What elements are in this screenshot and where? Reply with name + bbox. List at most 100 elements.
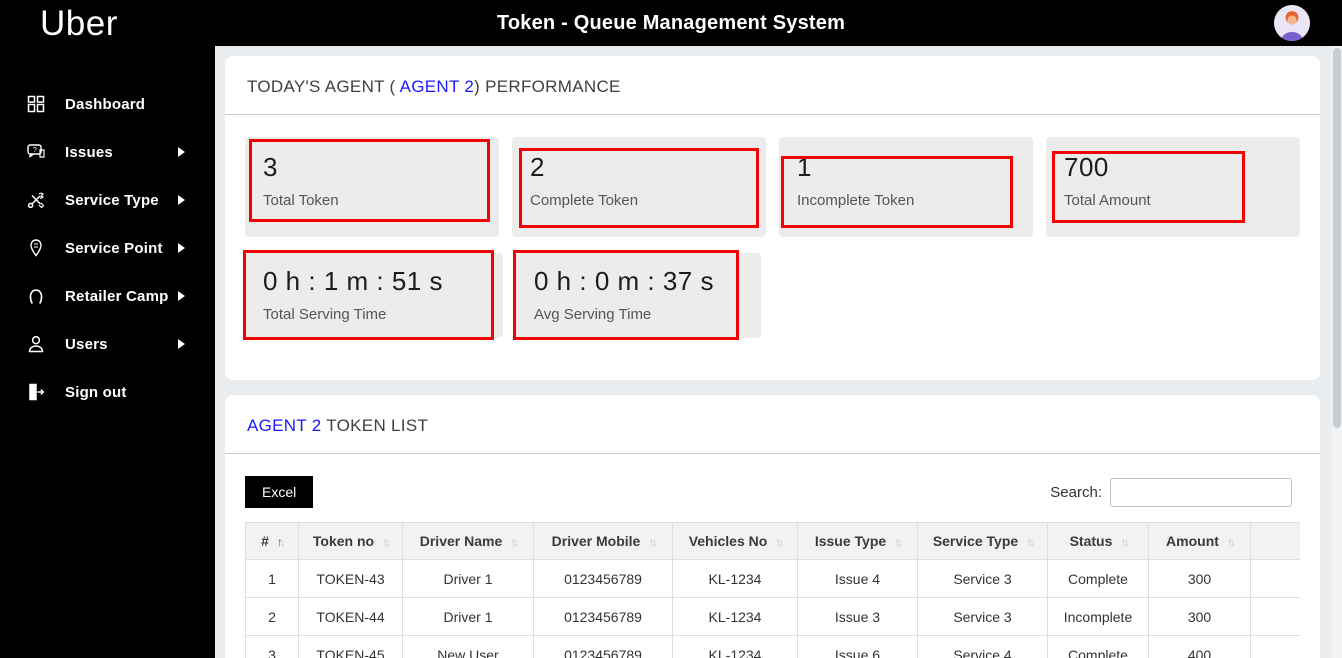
column-header-driver-name[interactable]: Driver Name ↑↓ (402, 522, 534, 560)
table-row: 1 TOKEN-43 Driver 1 0123456789 KL-1234 Issue … (245, 559, 1300, 598)
token-list-panel-body: Excel Search: # ↑↓ Token no ↑↓ Driver Name ↑↓… (225, 454, 1320, 658)
column-label: Vehicles No (688, 533, 768, 549)
table-cell: 0123456789 (533, 559, 673, 598)
sidebar-item-issues[interactable]: ? Issues (0, 128, 215, 176)
sidebar-item-service-point[interactable]: Service Point (0, 224, 215, 272)
stat-value: 3 (263, 152, 278, 182)
table-header-row: # ↑↓ Token no ↑↓ Driver Name ↑↓ Driver Mobile ↑… (245, 522, 1300, 560)
table-cell: 0123456789 (533, 635, 673, 658)
chevron-right-icon (178, 291, 185, 301)
column-header-status[interactable]: Status ↑↓ (1047, 522, 1149, 560)
excel-export-button[interactable]: Excel (245, 476, 314, 508)
stat-card-avg-serving-time: 0 h : 0 m : 37 s Avg Serving Time (513, 250, 761, 340)
table-cell: 1 (245, 559, 299, 598)
performance-panel-body: 3 Total Token 2 Complete Token 1 Incomplete T… (225, 115, 1320, 380)
column-header-entry[interactable]: Entry↑↓ (1250, 522, 1300, 560)
agent-link-2[interactable]: AGENT 2 (247, 416, 322, 435)
token-list-panel-header: AGENT 2 TOKEN LIST (225, 395, 1320, 454)
scrollbar-thumb[interactable] (1333, 48, 1341, 428)
performance-panel-header: TODAY'S AGENT ( AGENT 2) PERFORMANCE (225, 56, 1320, 115)
table-cell: Driver 1 (402, 597, 534, 636)
map-pin-icon (25, 237, 47, 259)
sidebar-item-dashboard[interactable]: Dashboard (0, 80, 215, 128)
table-cell: 11-13-2 (1250, 559, 1300, 598)
table-cell: Service 3 (917, 597, 1048, 636)
search-input[interactable] (1110, 477, 1292, 507)
chevron-right-icon (178, 339, 185, 349)
sidebar-item-label: Retailer Camp (65, 287, 169, 305)
sidebar-item-users[interactable]: Users (0, 320, 215, 368)
table-cell: Complete (1047, 559, 1149, 598)
sidebar: Uber Dashboard? Issues Service Type Service… (0, 0, 215, 658)
table-cell: Issue 4 (797, 559, 918, 598)
table-cell: Service 3 (917, 559, 1048, 598)
performance-title-prefix: TODAY'S AGENT ( (247, 77, 400, 96)
token-table: # ↑↓ Token no ↑↓ Driver Name ↑↓ Driver Mobile ↑… (245, 522, 1300, 658)
sidebar-item-retailer-camp[interactable]: Retailer Camp (0, 272, 215, 320)
column-header-[interactable]: # ↑↓ (245, 522, 299, 560)
sidebar-item-service-type[interactable]: Service Type (0, 176, 215, 224)
agent-link[interactable]: AGENT 2 (400, 77, 475, 96)
stat-card-complete-token: 2 Complete Token (512, 137, 766, 237)
column-header-driver-mobile[interactable]: Driver Mobile ↑↓ (533, 522, 673, 560)
table-cell: Driver 1 (402, 559, 534, 598)
sort-icon: ↑↓ (1026, 535, 1035, 549)
sort-icon: ↑↓ (1120, 535, 1129, 549)
performance-panel: TODAY'S AGENT ( AGENT 2) PERFORMANCE 3 To… (225, 56, 1320, 380)
column-header-service-type[interactable]: Service Type ↑↓ (917, 522, 1048, 560)
stat-value: 2 (530, 152, 545, 182)
table-cell: 0123456789 (533, 597, 673, 636)
page-title: Token - Queue Management System (496, 11, 846, 34)
table-cell: Issue 6 (797, 635, 918, 658)
token-table-wrap: # ↑↓ Token no ↑↓ Driver Name ↑↓ Driver Mobile ↑… (245, 522, 1300, 658)
column-header-amount[interactable]: Amount ↑↓ (1148, 522, 1251, 560)
stat-label: Complete Token (530, 192, 639, 209)
table-cell: 400 (1148, 635, 1251, 658)
stat-card-total-token: 3 Total Token (245, 137, 499, 237)
stat-label: Total Token (263, 192, 339, 209)
dashboard-grid-icon (25, 93, 47, 115)
horseshoe-icon (25, 285, 47, 307)
stat-card-incomplete-token: 1 Incomplete Token (779, 137, 1033, 237)
column-header-vehicles-no[interactable]: Vehicles No ↑↓ (672, 522, 798, 560)
sidebar-item-sign-out[interactable]: Sign out (0, 368, 215, 416)
table-cell: TOKEN-43 (298, 559, 403, 598)
stat-cards-row-2: 0 h : 1 m : 51 s Total Serving Time 0 h : … (243, 250, 1300, 340)
table-cell: Issue 3 (797, 597, 918, 636)
stat-label: Total Serving Time (263, 306, 387, 323)
chevron-right-icon (178, 195, 185, 205)
search-box: Search: (1050, 477, 1292, 507)
stat-value: 700 (1064, 152, 1109, 182)
token-list-panel: AGENT 2 TOKEN LIST Excel Search: # ↑↓ Toke… (225, 395, 1320, 658)
stat-label: Incomplete Token (797, 192, 915, 209)
sort-icon: ↑↓ (276, 535, 286, 549)
column-label: # (261, 533, 269, 549)
uber-logo: Uber (40, 4, 118, 43)
column-header-token-no[interactable]: Token no ↑↓ (298, 522, 403, 560)
search-label: Search: (1050, 483, 1102, 501)
stat-card-total-amount: 700 Total Amount (1046, 137, 1300, 237)
stat-label: Avg Serving Time (534, 306, 652, 323)
table-cell: 11-13-2 (1250, 597, 1300, 636)
table-cell: TOKEN-44 (298, 597, 403, 636)
svg-text:?: ? (33, 145, 37, 154)
user-avatar[interactable] (1274, 5, 1310, 41)
performance-title-suffix: ) PERFORMANCE (474, 77, 621, 96)
column-label: Amount (1166, 533, 1219, 549)
table-row: 3 TOKEN-45 New User 0123456789 KL-1234 Issue … (245, 635, 1300, 658)
sort-icon: ↑↓ (1226, 535, 1236, 549)
stat-value: 0 h : 0 m : 37 s (534, 266, 714, 296)
performance-title: TODAY'S AGENT ( AGENT 2) PERFORMANCE (247, 77, 1298, 97)
stat-value: 1 (797, 152, 812, 182)
table-cell: TOKEN-45 (298, 635, 403, 658)
column-label: Driver Name (419, 533, 503, 549)
table-cell: KL-1234 (672, 597, 798, 636)
sidebar-item-label: Service Type (65, 191, 159, 209)
stat-value: 0 h : 1 m : 51 s (263, 266, 443, 296)
table-cell: 2 (245, 597, 299, 636)
token-list-title-suffix: TOKEN LIST (321, 416, 429, 435)
sort-icon: ↑↓ (648, 535, 657, 549)
column-header-issue-type[interactable]: Issue Type ↑↓ (797, 522, 918, 560)
sidebar-item-label: Issues (65, 143, 113, 161)
sidebar-item-label: Users (65, 335, 108, 353)
